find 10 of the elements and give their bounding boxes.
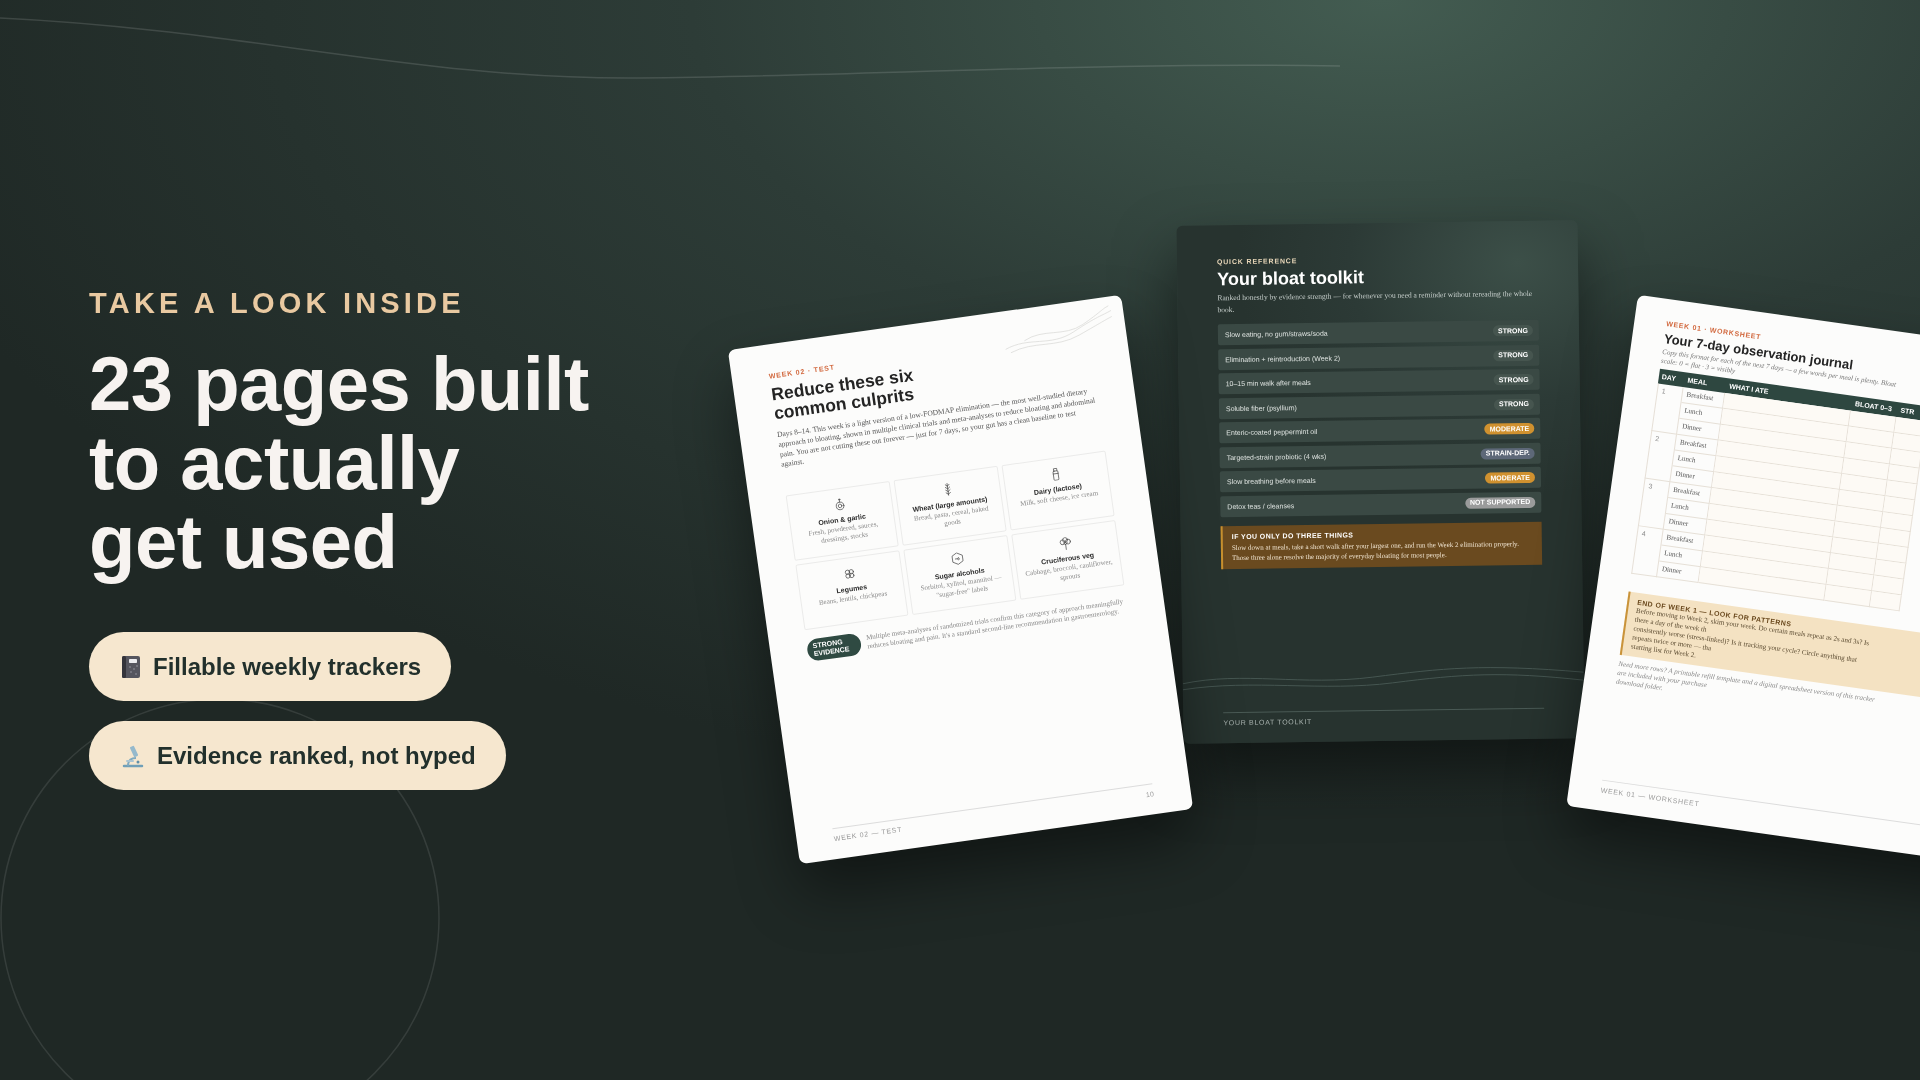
hexagon-icon xyxy=(950,551,965,567)
notebook-icon xyxy=(121,654,141,679)
eyebrow-text: TAKE A LOOK INSIDE xyxy=(89,286,465,320)
feature-label: Evidence ranked, not hyped xyxy=(157,740,476,771)
beans-icon xyxy=(842,566,857,582)
broccoli-icon xyxy=(1058,536,1073,551)
microscope-icon xyxy=(121,743,145,768)
feature-label: Fillable weekly trackers xyxy=(153,651,422,682)
page-title: Your bloat toolkit xyxy=(1217,266,1364,291)
answer-cell xyxy=(1869,591,1902,612)
